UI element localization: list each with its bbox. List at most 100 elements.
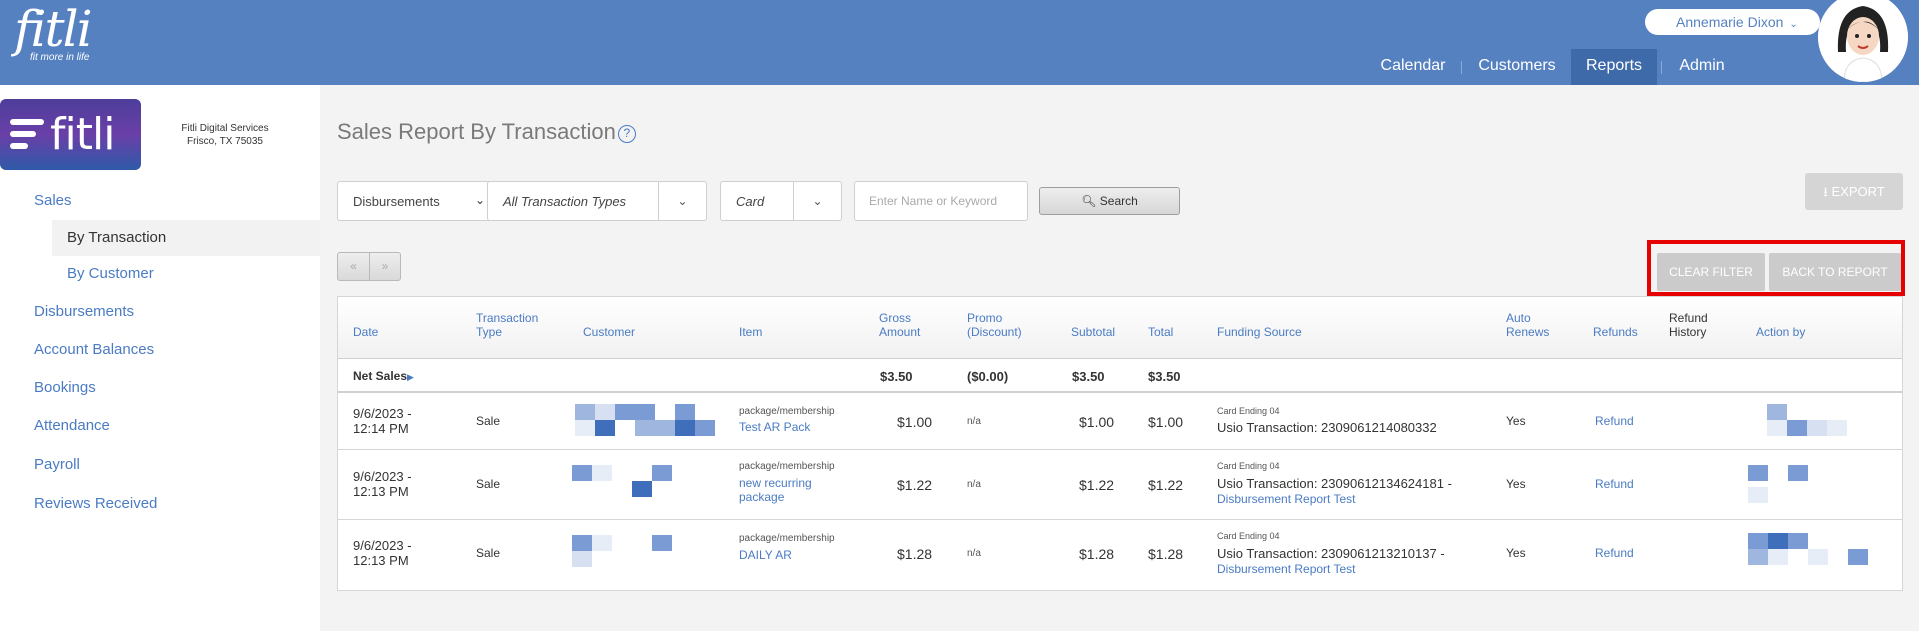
row-item-link[interactable]: Test AR Pack (739, 420, 810, 434)
row-date-line-1: 9/6/2023 - (353, 406, 412, 421)
col-item[interactable]: Item (739, 325, 762, 339)
net-sales-total: $3.50 (1148, 369, 1181, 384)
sidebar-item-sales[interactable]: Sales (34, 192, 72, 209)
col-transaction-type[interactable]: Transaction Type (476, 311, 538, 339)
top-header: fitli fit more in life Annemarie Dixon ⌄ … (0, 0, 1919, 85)
col-refund-history-line-1: Refund (1669, 311, 1708, 325)
row-funding: Usio Transaction: 2309061213210137 - (1217, 546, 1445, 561)
export-label: EXPORT (1831, 184, 1885, 199)
sidebar-item-by-customer[interactable]: By Customer (52, 256, 320, 292)
row-date: 9/6/2023 - 12:13 PM (353, 538, 412, 568)
row-card: Card Ending 04 (1217, 461, 1280, 471)
address-line-2: Frisco, TX 75035 (187, 136, 263, 147)
row-date-line-1: 9/6/2023 - (353, 469, 412, 484)
help-icon[interactable]: ? (617, 125, 636, 143)
payment-type-value: Card (736, 194, 765, 209)
col-refunds[interactable]: Refunds (1593, 325, 1638, 339)
row-subtotal: $1.22 (1079, 477, 1115, 493)
col-auto-renews[interactable]: Auto Renews (1506, 311, 1549, 339)
export-button[interactable]: ⭳ EXPORT (1805, 173, 1903, 210)
transaction-types-filter[interactable]: All Transaction Types ⌄ (487, 181, 707, 221)
net-sales-label[interactable]: Net Sales▶ (353, 369, 414, 383)
refund-link[interactable]: Refund (1595, 414, 1634, 428)
nav-customers[interactable]: Customers (1468, 49, 1566, 85)
row-auto-renews: Yes (1506, 414, 1526, 428)
chevron-down-icon: ⌄ (474, 193, 485, 207)
row-funding: Usio Transaction: 23090612134624181 - (1217, 476, 1452, 491)
col-funding-source[interactable]: Funding Source (1217, 325, 1302, 339)
col-auto-line-1: Auto (1506, 311, 1531, 325)
row-date: 9/6/2023 - 12:13 PM (353, 469, 412, 499)
pager: « » (337, 252, 401, 281)
sidebar: fitli Fitli Digital Services Frisco, TX … (0, 85, 320, 631)
download-icon: ⭳ (1823, 184, 1828, 199)
user-menu[interactable]: Annemarie Dixon ⌄ (1645, 9, 1820, 35)
row-type: Sale (476, 546, 501, 560)
col-transaction-type-line-1: Transaction (476, 311, 539, 325)
row-total: $1.22 (1148, 477, 1184, 493)
user-name: Annemarie Dixon (1676, 14, 1784, 30)
refund-link[interactable]: Refund (1595, 546, 1634, 560)
table-header: Date Transaction Type Customer Item Gros… (338, 297, 1902, 359)
row-item-kind: package/membership (739, 406, 835, 417)
sidebar-item-attendance[interactable]: Attendance (34, 417, 110, 434)
double-chevron-down-icon[interactable]: ⌄ (793, 182, 841, 220)
col-promo[interactable]: Promo (Discount) (967, 311, 1022, 339)
col-action-by[interactable]: Action by (1756, 325, 1805, 339)
sidebar-item-bookings[interactable]: Bookings (34, 379, 96, 396)
double-chevron-down-icon[interactable]: ⌄ (658, 182, 706, 220)
row-auto-renews: Yes (1506, 546, 1526, 560)
row-item-link[interactable]: DAILY AR (739, 548, 792, 562)
highlight-annotation (1647, 240, 1905, 296)
prev-page-button[interactable]: « (338, 253, 369, 280)
report-type-value: Disbursements (353, 194, 440, 209)
row-item-link[interactable]: new recurring package (739, 476, 812, 504)
sidebar-item-disbursements[interactable]: Disbursements (34, 303, 134, 320)
table-row: 9/6/2023 - 12:14 PM Sale package/members… (338, 394, 1902, 450)
sidebar-item-payroll[interactable]: Payroll (34, 456, 80, 473)
nav-divider (1661, 61, 1662, 74)
sidebar-item-reviews-received[interactable]: Reviews Received (34, 495, 157, 512)
logo-word: fitli (14, 0, 93, 58)
col-gross-line-1: Gross (879, 311, 912, 325)
disbursement-report-link[interactable]: Disbursement Report Test (1217, 492, 1356, 506)
address-line-1: Fitli Digital Services (181, 123, 269, 134)
sidebar-item-by-transaction[interactable]: By Transaction (52, 220, 320, 256)
row-type: Sale (476, 414, 501, 428)
nav-admin[interactable]: Admin (1666, 49, 1738, 85)
refund-link[interactable]: Refund (1595, 477, 1634, 491)
row-date-line-2: 12:13 PM (353, 553, 409, 568)
row-subtotal: $1.00 (1079, 414, 1115, 430)
row-date: 9/6/2023 - 12:14 PM (353, 406, 412, 436)
col-refund-history-line-2: History (1669, 325, 1707, 339)
row-date-line-2: 12:14 PM (353, 421, 409, 436)
col-gross-line-2: Amount (879, 325, 921, 339)
col-total[interactable]: Total (1148, 325, 1173, 339)
disbursement-report-link[interactable]: Disbursement Report Test (1217, 562, 1356, 576)
col-customer[interactable]: Customer (583, 325, 635, 339)
payment-type-filter[interactable]: Card ⌄ (720, 181, 842, 221)
sidebar-item-account-balances[interactable]: Account Balances (34, 341, 154, 358)
brand-word: fitli (50, 109, 115, 160)
col-date[interactable]: Date (353, 325, 378, 339)
row-date-line-1: 9/6/2023 - (353, 538, 412, 553)
row-auto-renews: Yes (1506, 477, 1526, 491)
logo-tagline: fit more in life (30, 52, 90, 63)
nav-calendar[interactable]: Calendar (1368, 49, 1458, 85)
row-card: Card Ending 04 (1217, 406, 1280, 416)
nav-reports[interactable]: Reports (1571, 49, 1657, 85)
fitli-logo[interactable]: fitli fit more in life (14, 4, 104, 74)
search-button[interactable]: 🔍︎ Search (1039, 187, 1180, 215)
row-item-kind: package/membership (739, 461, 835, 472)
col-subtotal[interactable]: Subtotal (1071, 325, 1115, 339)
row-gross: $1.28 (897, 546, 933, 562)
col-gross-amount[interactable]: Gross Amount (879, 311, 920, 339)
search-input[interactable]: Enter Name or Keyword (854, 181, 1028, 221)
next-page-button[interactable]: » (369, 253, 400, 280)
avatar[interactable] (1818, 0, 1908, 82)
chevron-down-icon: ⌄ (1789, 19, 1798, 30)
row-card: Card Ending 04 (1217, 531, 1280, 541)
col-transaction-type-line-2: Type (476, 325, 503, 339)
row-subtotal: $1.28 (1079, 546, 1115, 562)
report-type-select[interactable]: Disbursements ⌄ (337, 181, 496, 221)
